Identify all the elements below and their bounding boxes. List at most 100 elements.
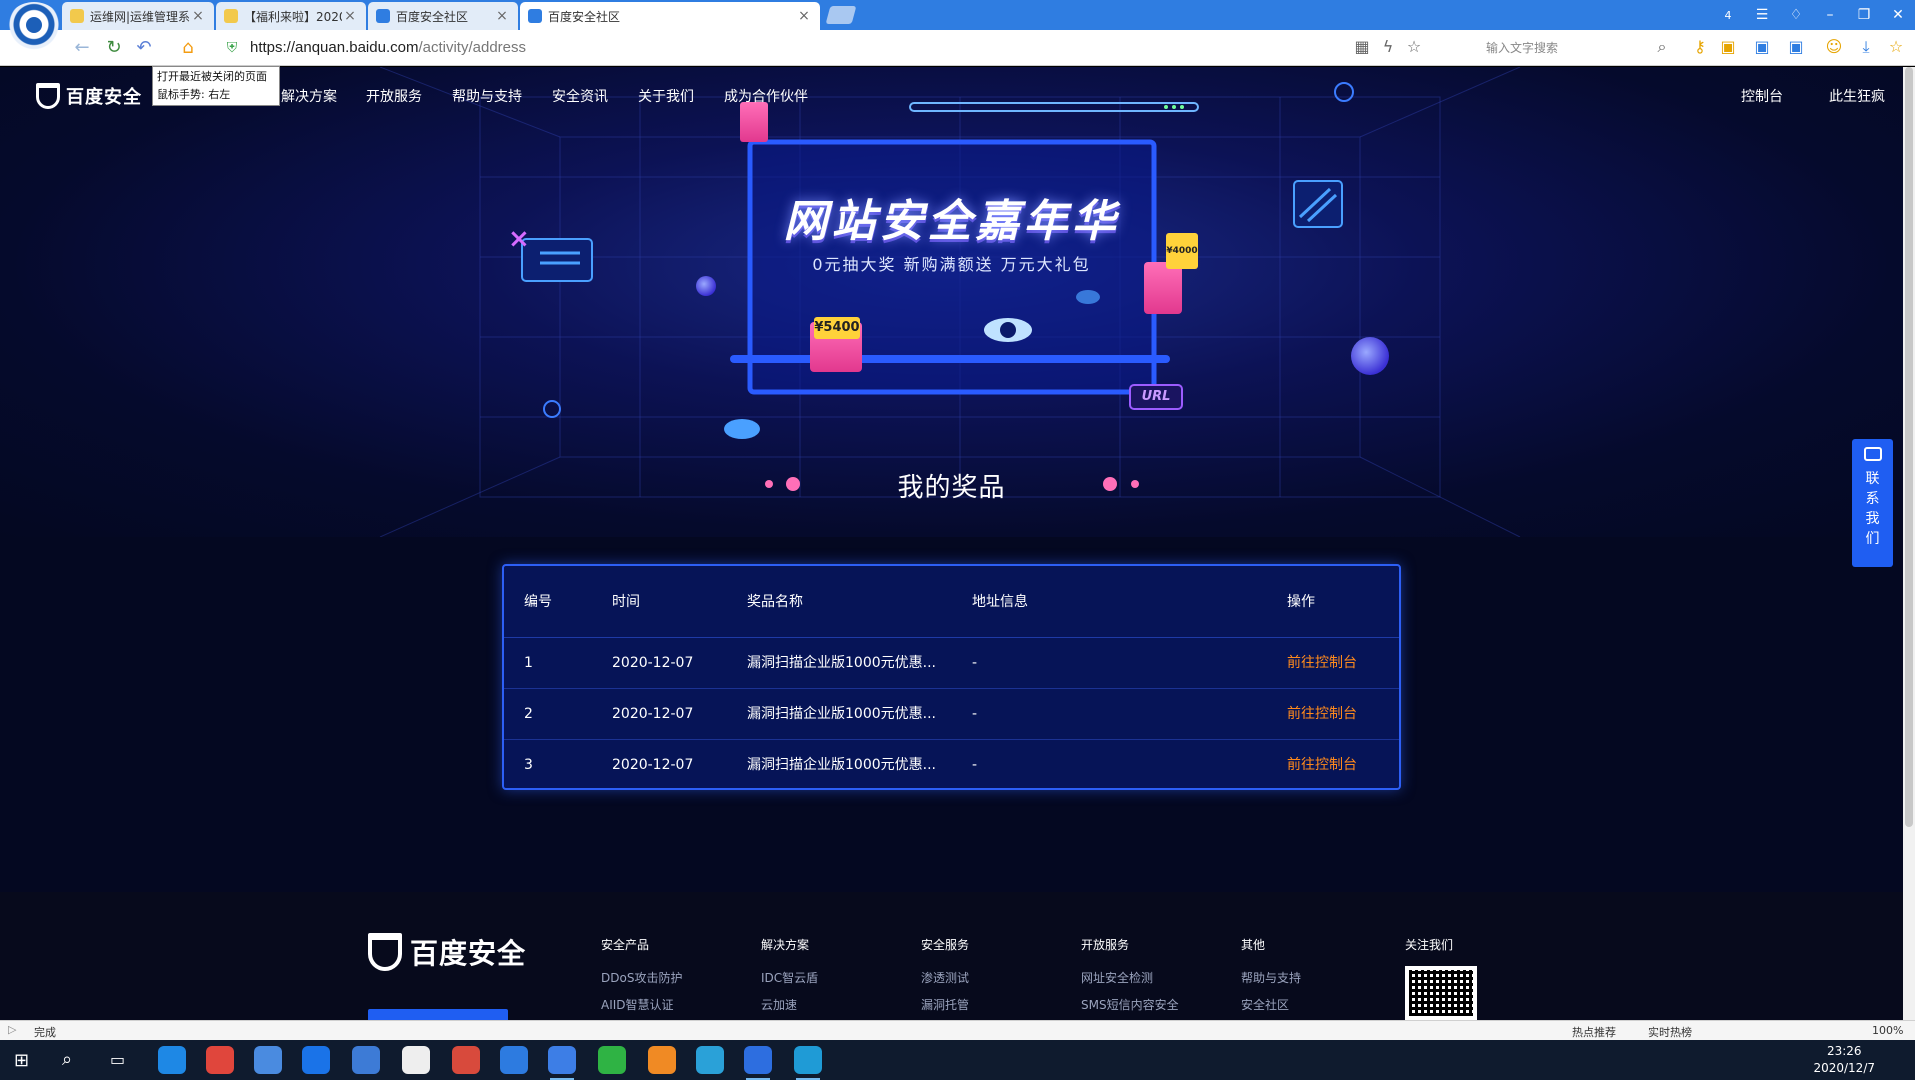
app-icon[interactable] (302, 1046, 330, 1074)
app-icon[interactable] (352, 1046, 380, 1074)
minimize-button[interactable]: – (1813, 0, 1847, 30)
zoom-level[interactable]: 100% (1872, 1024, 1903, 1037)
nav-item-console[interactable]: 控制台 (1741, 86, 1783, 106)
close-window-button[interactable]: ✕ (1881, 0, 1915, 30)
grid-icon[interactable]: ▦ (1352, 36, 1372, 58)
user-name-link[interactable]: 此生狂疯 (1829, 86, 1885, 106)
close-icon[interactable]: × (342, 8, 358, 24)
footer-link[interactable]: 云加速 (761, 996, 818, 1013)
contact-us-button[interactable]: 联 系 我 们 (1852, 439, 1893, 567)
cell-id: 1 (524, 655, 533, 671)
windows-start-icon[interactable]: ⊞ (14, 1050, 29, 1071)
edge-icon[interactable] (696, 1046, 724, 1074)
footer-link[interactable]: 网址安全检测 (1081, 969, 1179, 986)
browser-taskbar-icon[interactable] (548, 1046, 576, 1080)
url-field[interactable]: https://anquan.baidu.com/activity/addres… (250, 39, 526, 56)
contact-label: 们 (1865, 531, 1880, 547)
coupon-tag: ¥5400 (814, 317, 860, 339)
footer-link[interactable]: 帮助与支持 (1241, 969, 1301, 986)
app-icon[interactable] (452, 1046, 480, 1074)
system-clock[interactable]: 23:26 2020/12/7 (1813, 1043, 1875, 1077)
star-icon[interactable]: ☆ (1404, 36, 1424, 58)
ie-icon[interactable] (158, 1046, 186, 1074)
menu-icon[interactable]: ☰ (1745, 0, 1779, 30)
scrollbar-thumb[interactable] (1905, 67, 1913, 827)
new-tab-button[interactable] (825, 6, 857, 24)
task-view-icon[interactable]: ▭ (110, 1050, 125, 1069)
wechat-icon[interactable] (598, 1046, 626, 1074)
cell-time: 2020-12-07 (612, 757, 694, 773)
extension-icon[interactable]: ▣ (1786, 36, 1806, 58)
restore-button[interactable]: ❐ (1847, 0, 1881, 30)
footer-link[interactable]: DDoS攻击防护 (601, 969, 682, 986)
search-icon[interactable]: ⌕ (62, 1049, 72, 1070)
browser-search-input[interactable]: 输入文字搜索 (1456, 35, 1666, 61)
browser-tab[interactable]: 【福利来啦】2020年度 × (216, 2, 366, 30)
footer-column-title: 解决方案 (761, 938, 810, 952)
download-icon[interactable]: ⤓ (1856, 36, 1876, 58)
key-icon[interactable]: ⚷ (1690, 36, 1710, 58)
firefox-icon[interactable] (648, 1046, 676, 1074)
undo-close-icon[interactable]: ↶ (134, 38, 154, 58)
status-text: 完成 (34, 1026, 56, 1039)
nav-item-partner[interactable]: 成为合作伙伴 (724, 86, 808, 106)
footer-column: 其他 帮助与支持 安全社区 (1241, 936, 1301, 1020)
site-footer: 百度安全 安全产品 DDoS攻击防护 AIID智慧认证 解决方案 IDC智云盾 … (0, 892, 1903, 1020)
footer-link[interactable]: 漏洞托管 (921, 996, 969, 1013)
close-icon[interactable]: × (796, 8, 812, 24)
go-console-link[interactable]: 前往控制台 (1287, 689, 1357, 740)
typora-icon[interactable] (402, 1046, 430, 1074)
footer-link[interactable]: 渗透测试 (921, 969, 969, 986)
nav-item-open-services[interactable]: 开放服务 (366, 86, 422, 106)
browser-logo-icon[interactable] (6, 2, 62, 52)
status-realtime-hot[interactable]: 实时热榜 (1648, 1024, 1692, 1040)
nav-item-news[interactable]: 安全资讯 (552, 86, 608, 106)
footer-logo: 百度安全 (368, 932, 526, 972)
close-icon[interactable]: × (190, 8, 206, 24)
site-favicon-icon (224, 9, 238, 23)
status-hot-recommend[interactable]: 热点推荐 (1572, 1024, 1616, 1040)
footer-link[interactable]: 安全社区 (1241, 996, 1301, 1013)
skin-icon[interactable]: ♢ (1779, 0, 1813, 30)
sidebar-toggle-icon[interactable]: ▷ (8, 1023, 16, 1036)
site-header: 百度安全 解决方案 开放服务 帮助与支持 安全资讯 关于我们 成为合作伙伴 控制… (0, 67, 1903, 123)
app-icon[interactable] (254, 1046, 282, 1074)
browser-tab-active[interactable]: 百度安全社区 × (520, 2, 820, 30)
browser-tab[interactable]: 运维网|运维管理系统|运 × (62, 2, 214, 30)
cell-address: - (972, 655, 978, 671)
extension-icon[interactable]: ▣ (1752, 36, 1772, 58)
tooltip-line: 鼠标手势: 右左 (157, 88, 231, 101)
favorites-icon[interactable]: ☆ (1886, 36, 1906, 58)
footer-link[interactable]: AIID智慧认证 (601, 996, 682, 1013)
column-header: 奖品名称 (747, 594, 803, 610)
footer-button[interactable] (368, 1009, 508, 1020)
footer-link[interactable]: IDC智云盾 (761, 969, 818, 986)
lightning-icon[interactable]: ϟ (1378, 36, 1398, 58)
home-icon[interactable]: ⌂ (178, 38, 198, 58)
browser-tab[interactable]: 百度安全社区 × (368, 2, 518, 30)
search-icon[interactable]: ⌕ (1652, 36, 1672, 58)
emoji-icon[interactable]: ☺ (1824, 36, 1844, 58)
app-icon[interactable] (744, 1046, 772, 1080)
refresh-icon[interactable]: ↻ (104, 38, 124, 58)
hero-title: 网站安全嘉年华 (783, 196, 1120, 247)
back-icon[interactable]: ← (72, 38, 92, 58)
shield-logo-icon (36, 83, 60, 109)
page-scrollbar[interactable] (1903, 67, 1915, 1020)
tab-title: 运维网|运维管理系统|运 (90, 9, 190, 24)
site-logo[interactable]: 百度安全 (36, 83, 142, 109)
app-icon[interactable] (500, 1046, 528, 1074)
go-console-link[interactable]: 前往控制台 (1287, 740, 1357, 791)
tab-count-badge[interactable]: 4 (1711, 0, 1745, 30)
app-icon[interactable] (794, 1046, 822, 1080)
site-favicon-icon (376, 9, 390, 23)
go-console-link[interactable]: 前往控制台 (1287, 638, 1357, 689)
nav-item-about[interactable]: 关于我们 (638, 86, 694, 106)
nav-item-help[interactable]: 帮助与支持 (452, 86, 522, 106)
footer-link[interactable]: SMS短信内容安全 (1081, 996, 1179, 1013)
footer-column-title: 其他 (1241, 938, 1266, 952)
close-icon[interactable]: × (494, 8, 510, 24)
nav-item-solutions[interactable]: 解决方案 (281, 86, 337, 106)
chrome-icon[interactable] (206, 1046, 234, 1074)
extension-icon[interactable]: ▣ (1718, 36, 1738, 58)
